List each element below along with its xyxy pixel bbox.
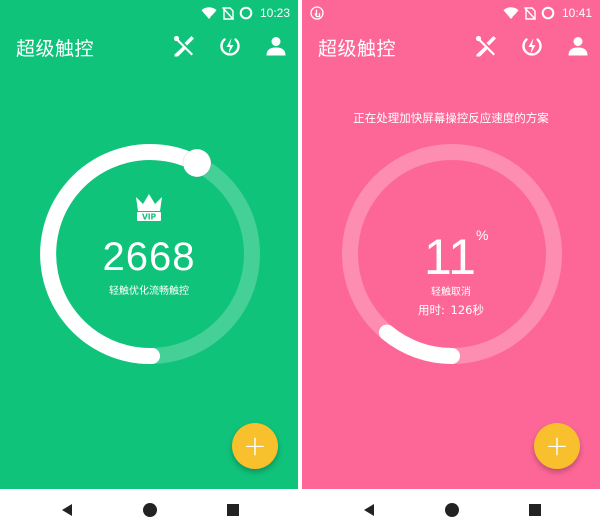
nav-home-button[interactable] [139,499,161,521]
home-circle-icon [445,503,459,517]
elapsed-time: 用时: 126秒 [302,302,600,318]
tools-button[interactable] [170,32,198,60]
progress-percent-sign: % [476,227,489,243]
elapsed-label: 用时: [418,303,445,317]
home-circle-icon [143,503,157,517]
no-sim-icon [523,6,536,20]
status-time: 10:23 [259,6,290,20]
user-icon [568,37,588,56]
score-value: 2668 [102,235,196,279]
nav-recent-button[interactable] [222,499,244,521]
left-screen: 10:23 超级触控 VIP 2668 轻触优化流畅触控 + [0,0,298,531]
back-triangle-icon [364,504,374,516]
boost-button[interactable] [518,32,546,60]
wifi-icon [201,6,217,20]
status-bar: 10:23 [0,0,298,26]
progress-ring-fill [378,324,460,364]
tools-icon [475,35,496,57]
no-sim-icon [221,6,234,20]
score-label[interactable]: 轻触优化流畅触控 [0,282,298,297]
recent-square-icon [529,504,541,516]
user-button[interactable] [564,32,592,60]
nav-back-button[interactable] [56,499,78,521]
power-icon [220,38,240,56]
tools-icon [173,35,194,57]
nav-home-button[interactable] [441,499,463,521]
wifi-icon [503,6,519,20]
tools-button[interactable] [472,32,500,60]
app-title: 超级触控 [16,38,95,60]
back-triangle-icon [62,504,72,516]
app-title: 超级触控 [318,38,397,60]
add-fab-button[interactable]: + [232,423,278,469]
progress-percent: 11 [424,229,476,285]
user-button[interactable] [262,32,290,60]
ring-handle[interactable] [182,148,212,178]
optimizing-headline: 正在处理加快屏幕操控反应速度的方案 [353,111,549,125]
vip-crown-icon: VIP [136,194,162,222]
battery-saver-icon [239,6,253,20]
nav-bar [302,489,600,531]
nav-recent-button[interactable] [524,499,546,521]
elapsed-value: 126秒 [450,303,484,317]
add-fab-button[interactable]: + [534,423,580,469]
status-time: 10:41 [561,6,592,20]
cancel-label[interactable]: 轻触取消 [302,283,600,298]
power-icon [522,38,542,56]
status-bar: 10:41 [302,0,600,26]
touch-app-icon [310,6,324,20]
user-icon [266,37,286,56]
battery-saver-icon [541,6,555,20]
boost-button[interactable] [216,32,244,60]
recent-square-icon [227,504,239,516]
nav-bar [0,489,298,531]
vip-badge-text: VIP [142,213,157,222]
right-screen: 10:41 超级触控 正在处理加快屏幕操控反应速度的方案 11 % 轻触取消 用… [302,0,600,531]
nav-back-button[interactable] [358,499,380,521]
